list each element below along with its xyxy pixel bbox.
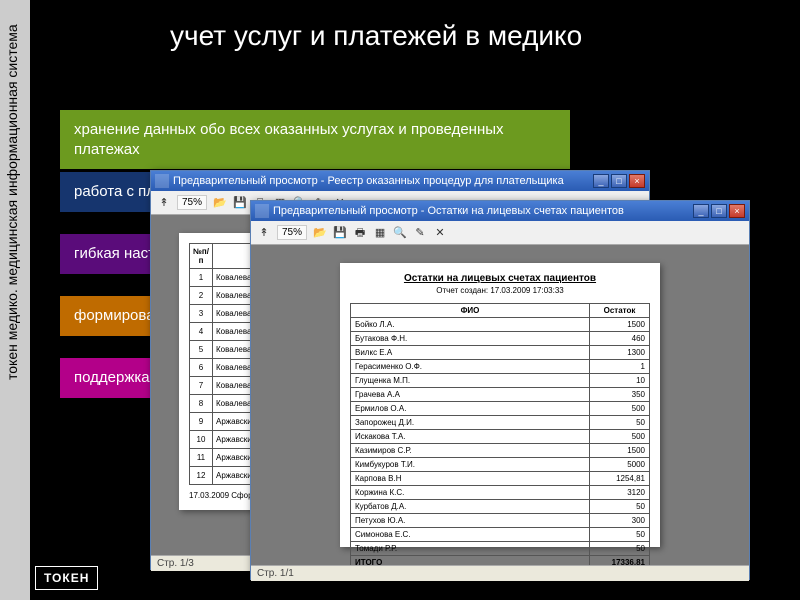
toolbar: ↟ 75% 📂 💾 🖶 ▦ 🔍 ✎ ✕ bbox=[251, 221, 749, 245]
table-row: Бойко Л.А.1500 bbox=[351, 318, 650, 332]
app-icon bbox=[255, 204, 269, 218]
balances-table: ФИООстатокБойко Л.А.1500Бутакова Ф.Н.460… bbox=[350, 303, 650, 565]
zoom-display[interactable]: 75% bbox=[277, 225, 307, 240]
table-row: Симонова Е.С.50 bbox=[351, 528, 650, 542]
close-icon[interactable]: ✕ bbox=[433, 226, 447, 240]
nav-up-icon[interactable]: ↟ bbox=[157, 196, 171, 210]
table-row: Коржина К.С.3120 bbox=[351, 486, 650, 500]
table-row: Бутакова Ф.Н.460 bbox=[351, 332, 650, 346]
preview-window-balances[interactable]: Предварительный просмотр - Остатки на ли… bbox=[250, 200, 750, 580]
brand-text: токен медико. медицинская информационная… bbox=[4, 24, 20, 380]
tool-icon[interactable]: ✎ bbox=[413, 226, 427, 240]
table-row: Герасименко О.Ф.1 bbox=[351, 360, 650, 374]
close-button[interactable]: × bbox=[629, 174, 645, 188]
report-sheet: Остатки на лицевых счетах пациентов Отче… bbox=[340, 263, 660, 547]
table-row: Искакова Т.А.500 bbox=[351, 430, 650, 444]
table-row: Ермилов О.А.500 bbox=[351, 402, 650, 416]
brand-logo: ТОКЕН bbox=[35, 566, 98, 590]
print-icon[interactable]: 🖶 bbox=[353, 226, 367, 240]
find-icon[interactable]: 🔍 bbox=[393, 226, 407, 240]
report-subtitle: Отчет создан: 17.03.2009 17:03:33 bbox=[350, 286, 650, 295]
minimize-button[interactable]: _ bbox=[593, 174, 609, 188]
table-row: Курбатов Д.А.50 bbox=[351, 500, 650, 514]
total-row: ИТОГО17336,81 bbox=[351, 556, 650, 566]
table-row: Карпова В.Н1254,81 bbox=[351, 472, 650, 486]
minimize-button[interactable]: _ bbox=[693, 204, 709, 218]
report-title: Остатки на лицевых счетах пациентов bbox=[350, 273, 650, 284]
table-row: Петухов Ю.А.300 bbox=[351, 514, 650, 528]
app-icon bbox=[155, 174, 169, 188]
feature-1: хранение данных обо всех оказанных услуг… bbox=[60, 110, 570, 169]
window-title: Предварительный просмотр - Реестр оказан… bbox=[173, 175, 593, 187]
table-row: Грачева А.А350 bbox=[351, 388, 650, 402]
nav-up-icon[interactable]: ↟ bbox=[257, 226, 271, 240]
table-row: Кимбукуров Т.И.5000 bbox=[351, 458, 650, 472]
table-row: Вилкс Е.А1300 bbox=[351, 346, 650, 360]
close-button[interactable]: × bbox=[729, 204, 745, 218]
titlebar[interactable]: Предварительный просмотр - Реестр оказан… bbox=[151, 171, 649, 191]
page-icon[interactable]: ▦ bbox=[373, 226, 387, 240]
open-icon[interactable]: 📂 bbox=[313, 226, 327, 240]
maximize-button[interactable]: □ bbox=[711, 204, 727, 218]
open-icon[interactable]: 📂 bbox=[213, 196, 227, 210]
table-row: Глущенка М.П.10 bbox=[351, 374, 650, 388]
zoom-display[interactable]: 75% bbox=[177, 195, 207, 210]
left-sidebar: токен медико. медицинская информационная… bbox=[0, 0, 30, 600]
table-row: Казимиров С.Р.1500 bbox=[351, 444, 650, 458]
slide-title: учет услуг и платежей в медико bbox=[170, 20, 582, 52]
titlebar[interactable]: Предварительный просмотр - Остатки на ли… bbox=[251, 201, 749, 221]
window-title: Предварительный просмотр - Остатки на ли… bbox=[273, 205, 693, 217]
save-icon[interactable]: 💾 bbox=[233, 196, 247, 210]
status-bar: Стр. 1/1 bbox=[251, 565, 749, 581]
table-row: Запорожец Д.И.50 bbox=[351, 416, 650, 430]
maximize-button[interactable]: □ bbox=[611, 174, 627, 188]
page-area: Остатки на лицевых счетах пациентов Отче… bbox=[251, 245, 749, 565]
table-row: Томади Р.Р.50 bbox=[351, 542, 650, 556]
save-icon[interactable]: 💾 bbox=[333, 226, 347, 240]
